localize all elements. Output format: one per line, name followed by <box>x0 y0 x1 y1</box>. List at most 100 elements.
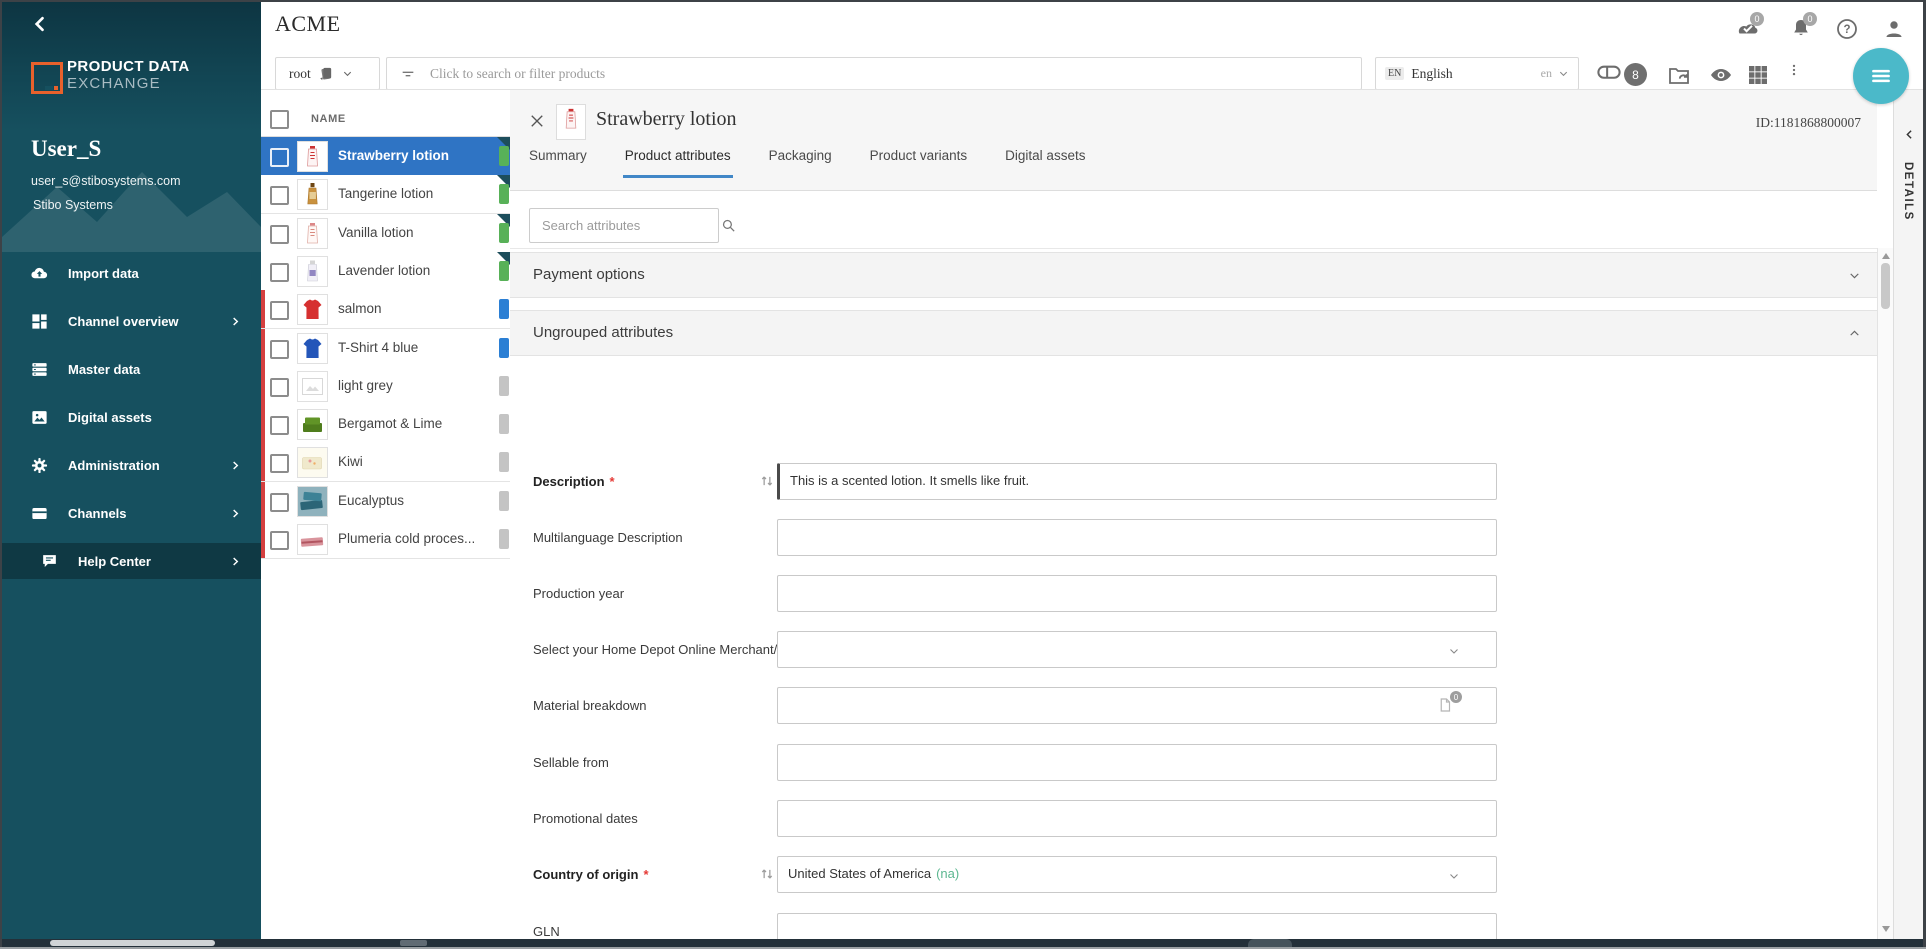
field-input[interactable] <box>777 575 1497 612</box>
sidebar-item-help-center[interactable]: Help Center <box>2 543 261 579</box>
inheritance-sync-icon[interactable] <box>758 472 776 490</box>
scroll-up-arrow-icon[interactable] <box>1882 253 1890 259</box>
search-icon[interactable] <box>720 217 737 234</box>
sidebar-item-channels[interactable]: Channels <box>2 495 261 531</box>
product-row-vanilla-lotion[interactable]: Vanilla lotion <box>261 214 510 253</box>
product-row-tangerine-lotion[interactable]: Tangerine lotion <box>261 175 510 214</box>
product-row-light-grey[interactable]: light grey <box>261 367 510 406</box>
row-checkbox[interactable] <box>270 225 289 244</box>
row-checkbox[interactable] <box>270 531 289 550</box>
row-checkbox[interactable] <box>270 340 289 359</box>
attribute-search-box[interactable] <box>529 208 719 243</box>
row-checkbox[interactable] <box>270 416 289 435</box>
status-badge <box>499 184 509 204</box>
sidebar-item-import-data[interactable]: Import data <box>2 255 261 291</box>
tab-product-variants[interactable]: Product variants <box>868 148 970 178</box>
tab-summary[interactable]: Summary <box>527 148 589 178</box>
product-search-input[interactable] <box>428 65 1361 83</box>
details-side-tab-label: DETAILS <box>1902 162 1914 221</box>
chat-icon <box>40 552 59 571</box>
row-checkbox[interactable] <box>270 454 289 473</box>
row-checkbox[interactable] <box>270 186 289 205</box>
selection-count-badge[interactable]: 8 <box>1624 63 1647 86</box>
more-options-icon[interactable] <box>1787 63 1801 87</box>
attribute-fields: Description* This is a scented lotion. It… <box>510 354 1877 939</box>
tab-packaging[interactable]: Packaging <box>767 148 834 178</box>
inheritance-sync-icon[interactable] <box>758 865 776 883</box>
language-label: English <box>1411 66 1540 82</box>
language-selector[interactable]: EN English en <box>1375 57 1579 90</box>
tasks-icon[interactable]: 0 <box>1736 17 1760 41</box>
product-thumbnail <box>297 141 328 172</box>
context-selector[interactable]: root <box>275 57 380 90</box>
sidebar-item-administration[interactable]: Administration <box>2 447 261 483</box>
product-row-t-shirt-4-blue[interactable]: T-Shirt 4 blue <box>261 329 510 368</box>
product-row-kiwi[interactable]: Kiwi <box>261 443 510 482</box>
table-view-icon[interactable] <box>1746 63 1770 87</box>
product-search-bar[interactable] <box>386 57 1362 90</box>
field-row-material-breakdown: Material breakdown 0 <box>510 687 1877 724</box>
sidebar-item-label: Channel overview <box>68 314 179 329</box>
product-name: Tangerine lotion <box>338 186 433 201</box>
status-badge <box>499 376 509 396</box>
field-row-production-year: Production year <box>510 575 1877 612</box>
close-icon[interactable] <box>528 112 546 130</box>
sidebar-item-digital-assets[interactable]: Digital assets <box>2 399 261 435</box>
field-row-select-your-home-depot-online-merchant-category: Select your Home Depot Online Merchant/C… <box>510 631 1877 668</box>
product-thumbnail <box>297 371 328 402</box>
language-code-badge: EN <box>1385 67 1404 80</box>
field-input[interactable] <box>777 744 1497 781</box>
scroll-down-arrow-icon[interactable] <box>1882 926 1890 932</box>
notifications-bell-icon[interactable]: 0 <box>1789 17 1813 41</box>
sidebar-item-channel-overview[interactable]: Channel overview <box>2 303 261 339</box>
attribute-search-input[interactable] <box>540 217 720 234</box>
field-label: Description* <box>533 463 615 500</box>
status-stripe <box>261 290 265 328</box>
scrollbar-thumb[interactable] <box>1881 263 1890 309</box>
product-row-bergamot-lime[interactable]: Bergamot & Lime <box>261 405 510 444</box>
field-input[interactable] <box>777 800 1497 837</box>
tab-product-attributes[interactable]: Product attributes <box>623 148 733 178</box>
status-badge <box>499 529 509 549</box>
select-all-checkbox[interactable] <box>270 110 289 129</box>
field-label: Material breakdown <box>533 687 646 724</box>
section-payment-options[interactable]: Payment options <box>510 252 1877 298</box>
attributes-scrollbar[interactable] <box>1877 248 1894 939</box>
sidebar-collapse-icon[interactable] <box>30 14 50 34</box>
row-checkbox[interactable] <box>270 301 289 320</box>
help-icon[interactable]: ? <box>1835 17 1859 41</box>
field-select[interactable]: United States of America(na) <box>777 856 1497 893</box>
product-row-plumeria-cold-proces-[interactable]: Plumeria cold proces... <box>261 520 510 559</box>
row-checkbox[interactable] <box>270 148 289 167</box>
field-select[interactable] <box>777 631 1497 668</box>
row-checkbox[interactable] <box>270 378 289 397</box>
field-input[interactable] <box>777 913 1497 939</box>
horizontal-scrollbar[interactable] <box>2 939 1923 947</box>
main-menu-button[interactable] <box>1853 48 1909 104</box>
section-ungrouped-attributes[interactable]: Ungrouped attributes <box>510 310 1877 356</box>
field-input[interactable]: 0 <box>777 687 1497 724</box>
product-row-salmon[interactable]: salmon <box>261 290 510 329</box>
field-input[interactable] <box>777 519 1497 556</box>
product-row-lavender-lotion[interactable]: Lavender lotion <box>261 252 510 291</box>
sidebar-item-master-data[interactable]: Master data <box>2 351 261 387</box>
row-checkbox[interactable] <box>270 263 289 282</box>
details-side-tab[interactable]: DETAILS <box>1893 90 1924 939</box>
product-row-strawberry-lotion[interactable]: Strawberry lotion <box>261 137 510 176</box>
compare-toggle-icon[interactable] <box>1597 63 1621 87</box>
folder-sync-icon[interactable] <box>1667 63 1691 87</box>
tab-digital-assets[interactable]: Digital assets <box>1003 148 1087 178</box>
field-row-gln: GLN <box>510 913 1877 939</box>
brand-name-line1: PRODUCT DATA <box>67 58 190 75</box>
user-organization: Stibo Systems <box>33 198 113 212</box>
user-name: User_S <box>31 136 101 162</box>
horizontal-scrollbar-thumb[interactable] <box>50 940 215 946</box>
product-row-eucalyptus[interactable]: Eucalyptus <box>261 482 510 521</box>
sidebar: PRODUCT DATA EXCHANGE User_S user_s@stib… <box>2 2 261 939</box>
preview-eye-icon[interactable] <box>1709 63 1733 87</box>
brand-name-line2: EXCHANGE <box>67 75 161 92</box>
filter-icon <box>400 66 416 82</box>
field-input[interactable]: This is a scented lotion. It smells like… <box>777 463 1497 500</box>
user-profile-icon[interactable] <box>1882 17 1906 41</box>
row-checkbox[interactable] <box>270 493 289 512</box>
